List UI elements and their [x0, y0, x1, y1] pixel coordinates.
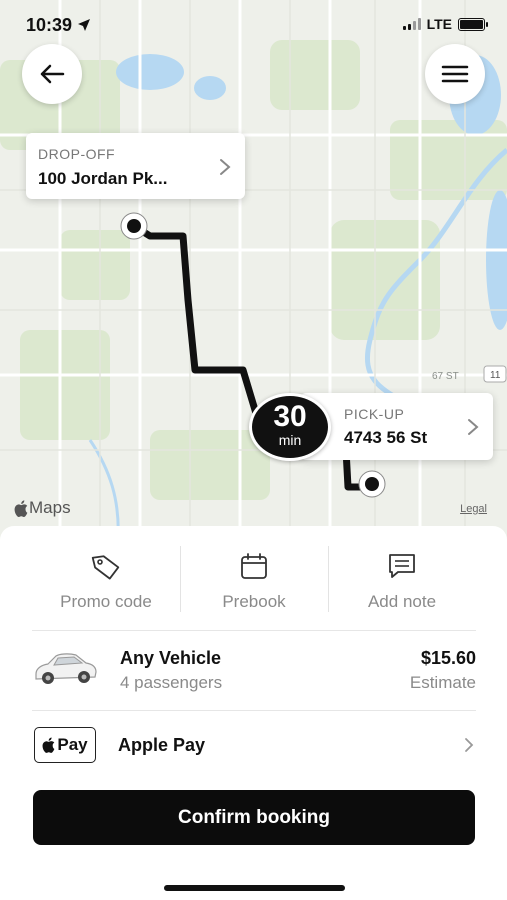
signal-icon [402, 18, 421, 30]
add-note-button[interactable]: Add note [328, 526, 476, 630]
maps-branding: Maps [14, 498, 71, 518]
section-divider [32, 710, 476, 711]
vehicle-passengers: 4 passengers [120, 673, 223, 692]
chevron-right-icon [468, 419, 479, 435]
fare-price: $15.60 [420, 648, 476, 668]
battery-icon [458, 17, 488, 31]
chevron-right-icon [465, 738, 474, 752]
quick-actions: Promo code Prebook Add note [32, 526, 476, 630]
location-arrow-icon [78, 19, 91, 31]
home-indicator [164, 885, 345, 891]
status-time: 10:39 [26, 15, 91, 36]
dropoff-label: DROP-OFF [38, 146, 116, 162]
apple-logo-icon [14, 499, 28, 517]
prebook-label: Prebook [222, 592, 286, 611]
status-bar: 10:39 LTE [0, 0, 507, 50]
apple-pay-badge: Pay [34, 727, 96, 763]
confirm-booking-button[interactable]: Confirm booking [33, 790, 475, 845]
action-divider [328, 546, 329, 612]
booking-sheet: Promo code Prebook Add note Any Vehicle … [0, 526, 507, 900]
note-icon [389, 554, 415, 578]
prebook-button[interactable]: Prebook [180, 526, 328, 630]
eta-value: 30 [273, 400, 307, 433]
fare-estimate-label: Estimate [409, 673, 476, 692]
hamburger-menu-icon [441, 65, 469, 83]
network-type: LTE [426, 16, 452, 32]
eta-badge: 30 min [249, 393, 331, 461]
promo-code-button[interactable]: Promo code [32, 526, 180, 630]
apple-logo-icon [42, 737, 55, 753]
dropoff-callout[interactable]: DROP-OFF 100 Jordan Pk... [26, 133, 245, 199]
pickup-address: 4743 56 St [344, 428, 428, 447]
vehicle-option[interactable]: Any Vehicle 4 passengers $15.60 Estimate [32, 634, 476, 710]
svg-text:11: 11 [490, 370, 501, 381]
dropoff-address: 100 Jordan Pk... [38, 169, 168, 188]
add-note-label: Add note [367, 592, 437, 611]
calendar-icon [241, 553, 267, 579]
legal-link[interactable]: Legal [460, 503, 487, 515]
menu-button[interactable] [425, 44, 485, 104]
vehicle-name: Any Vehicle [120, 648, 222, 668]
eta-unit: min [278, 432, 302, 448]
tag-icon [91, 555, 120, 580]
svg-text:67 ST: 67 ST [432, 371, 459, 382]
payment-method-row[interactable]: Pay Apple Pay [32, 716, 476, 776]
section-divider [32, 630, 476, 631]
payment-method-name: Apple Pay [118, 735, 206, 755]
car-icon [35, 653, 97, 684]
pickup-label: PICK-UP [344, 406, 405, 422]
route-map[interactable]: 67 ST 11 10:39 LTE DROP-OFF 100 Jordan P… [0, 0, 507, 540]
action-divider [180, 546, 181, 612]
back-button[interactable] [22, 44, 82, 104]
promo-code-label: Promo code [60, 592, 152, 611]
chevron-right-icon [220, 159, 231, 175]
arrow-left-icon [40, 64, 65, 84]
